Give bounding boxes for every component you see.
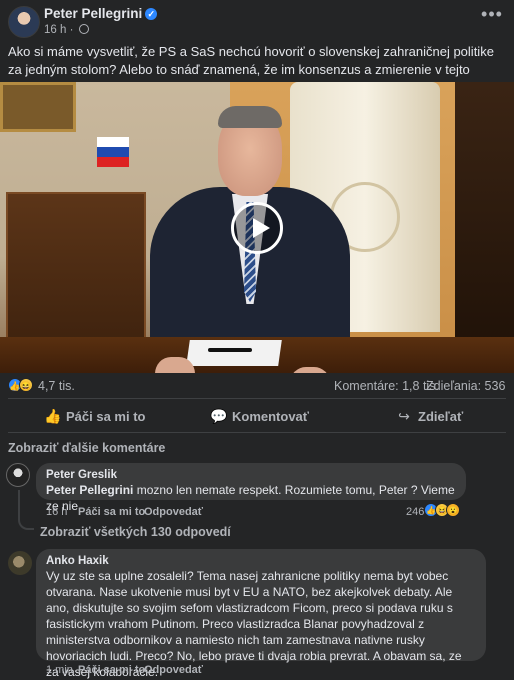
video-cabinet (6, 192, 146, 352)
comment-reply-button[interactable]: Odpovedať (144, 664, 203, 676)
show-more-comments-link[interactable]: Zobraziť ďalšie komentáre (8, 441, 165, 455)
comment-button[interactable]: 💬 Komentovať (210, 400, 309, 432)
shares-count[interactable]: Zdieľania: 536 (426, 379, 505, 393)
video-speaker-hair (218, 106, 282, 128)
wow-reaction-icon: 😮 (446, 503, 460, 517)
like-button-label: Páči sa mi to (66, 409, 146, 424)
author-avatar[interactable] (8, 6, 40, 38)
comment-mention[interactable]: Peter Pellegrini (46, 483, 133, 497)
comment-button-label: Komentovať (232, 409, 310, 424)
share-arrow-icon: ↪ (398, 408, 410, 424)
like-button[interactable]: 👍 Páči sa mi to (44, 400, 145, 432)
post-actions: 👍 Páči sa mi to 💬 Komentovať ↪ Zdieľať (0, 400, 514, 434)
comment-reply-label: Odpovedať (144, 664, 204, 676)
author-name[interactable]: Peter Pellegrini (44, 6, 142, 21)
comment-reply-label: Odpovedať (144, 506, 204, 518)
more-icon: ••• (481, 4, 503, 24)
post-stats: 👍 😆 4,7 tis. Komentáre: 1,8 tis. Zdieľan… (0, 376, 514, 398)
verified-badge-icon: ✓ (145, 8, 158, 20)
divider (8, 398, 506, 399)
author-name-line: Peter Pellegrini ✓ (44, 6, 158, 21)
share-button[interactable]: ↪ Zdieľať (396, 400, 463, 432)
view-replies-link[interactable]: Zobraziť všetkých 130 odpovedí (40, 525, 231, 539)
commenter-name[interactable]: Peter Greslik (46, 468, 456, 482)
reply-thread-line (18, 490, 34, 530)
thumbs-up-icon: 👍 (44, 408, 62, 424)
comment-like-label: Páči sa mi to (78, 664, 146, 676)
speech-bubble-icon: 💬 (210, 408, 228, 424)
comment-time[interactable]: 1 min (46, 664, 73, 676)
divider (8, 432, 506, 433)
comment-like-button[interactable]: Páči sa mi to (78, 664, 145, 676)
comment-bubble: Peter Greslik Peter Pellegrini mozno len… (36, 463, 466, 513)
comments-count[interactable]: Komentáre: 1,8 tis. (334, 379, 439, 393)
post-timestamp-line: 16 h · (44, 24, 89, 36)
share-button-label: Zdieľať (418, 409, 464, 424)
video-flag (97, 137, 129, 167)
comment-bubble: Anko Haxik Vy uz ste sa uplne zosaleli? … (36, 549, 486, 679)
comment-time[interactable]: 16 h (46, 506, 67, 518)
video-painting (0, 82, 76, 132)
comment-reaction-count[interactable]: 246 (406, 506, 424, 518)
haha-reaction-icon: 😆 (19, 378, 33, 392)
commenter-name[interactable]: Anko Haxik (46, 554, 476, 568)
comment-like-button[interactable]: Páči sa mi to (78, 506, 145, 518)
reaction-count[interactable]: 4,7 tis. (38, 379, 75, 393)
play-icon[interactable] (231, 202, 283, 254)
video-paper (186, 340, 282, 366)
globe-icon (78, 24, 89, 34)
video-pen (208, 348, 252, 352)
post-time[interactable]: 16 h (44, 24, 66, 36)
facebook-post: Peter Pellegrini ✓ 16 h · ••• Ako si máme… (0, 0, 514, 680)
comment-like-label: Páči sa mi to (78, 506, 146, 518)
comment-reply-button[interactable]: Odpovedať (144, 506, 203, 518)
video-shelf (455, 82, 514, 352)
more-options-button[interactable]: ••• (478, 4, 506, 30)
commenter-avatar[interactable] (6, 463, 30, 487)
post-header: Peter Pellegrini ✓ 16 h · ••• (0, 0, 514, 40)
comment-reactions[interactable]: 👍 😆 😮 (424, 503, 464, 519)
commenter-avatar[interactable] (8, 551, 32, 575)
